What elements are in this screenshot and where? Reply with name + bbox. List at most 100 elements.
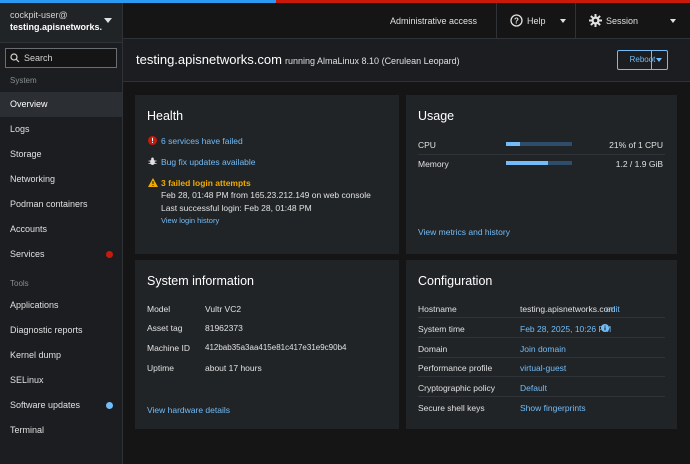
ssh-fingerprints-link[interactable]: Show fingerprints	[520, 403, 586, 413]
config-divider	[418, 396, 665, 397]
info-circle-icon[interactable]	[601, 324, 609, 332]
sidebar-item-label: Services	[10, 249, 45, 259]
search-placeholder: Search	[24, 53, 53, 63]
bugfix-updates-link[interactable]: Bug fix updates available	[161, 157, 256, 167]
error-circle-icon	[148, 136, 157, 145]
hostname-edit-link[interactable]: edit	[606, 304, 620, 314]
sidebar-item-diagnostic-reports[interactable]: Diagnostic reports	[0, 318, 122, 343]
page-header: testing.apisnetworks.com running AlmaLin…	[123, 39, 690, 82]
last-login-text: Last successful login: Feb 28, 01:48 PM	[161, 203, 312, 213]
health-card: Health 6 services have failed Bug fix up…	[135, 95, 399, 254]
sidebar-item-label: Terminal	[10, 425, 45, 435]
config-divider	[418, 376, 665, 377]
performance-profile-link[interactable]: virtual-guest	[520, 363, 566, 373]
sidebar-item-kernel-dump[interactable]: Kernel dump	[0, 343, 122, 368]
asset-tag-value: 81962373	[205, 323, 243, 333]
chevron-down-icon[interactable]	[656, 58, 662, 62]
reboot-label: Reboot	[629, 55, 656, 64]
warning-triangle-icon	[148, 178, 158, 187]
info-badge-icon	[106, 402, 113, 409]
reboot-split-divider	[651, 51, 652, 69]
sidebar-item-label: Overview	[10, 99, 48, 109]
performance-profile-label: Performance profile	[418, 363, 493, 373]
sidebar-item-applications[interactable]: Applications	[0, 293, 122, 318]
config-divider	[418, 317, 665, 318]
sidebar-item-label: Logs	[10, 124, 30, 134]
administrative-access-button[interactable]: Administrative access	[390, 3, 489, 39]
session-menu-button[interactable]: Session	[576, 3, 690, 39]
sidebar-item-label: Storage	[10, 149, 42, 159]
configuration-title: Configuration	[418, 274, 493, 288]
sidebar-item-selinux[interactable]: SELinux	[0, 368, 122, 393]
search-input[interactable]: Search	[5, 48, 117, 68]
sidebar-item-label: SELinux	[10, 375, 44, 385]
sidebar-item-label: Podman containers	[10, 199, 88, 209]
sidebar-item-networking[interactable]: Networking	[0, 167, 122, 192]
chevron-down-icon	[670, 19, 676, 23]
os-description: running AlmaLinux 8.10 (Cerulean Leopard…	[285, 56, 460, 66]
usage-divider	[418, 154, 665, 155]
crypto-policy-link[interactable]: Default	[520, 383, 547, 393]
sidebar-item-podman[interactable]: Podman containers	[0, 192, 122, 217]
ssh-keys-label: Secure shell keys	[418, 403, 485, 413]
cpu-label: CPU	[418, 140, 436, 150]
system-time-label: System time	[418, 324, 465, 334]
search-icon	[10, 53, 20, 63]
sidebar-item-logs[interactable]: Logs	[0, 117, 122, 142]
asset-tag-label: Asset tag	[147, 323, 183, 333]
config-divider	[418, 357, 665, 358]
sidebar-item-software-updates[interactable]: Software updates	[0, 393, 122, 418]
nav-section-system: System	[10, 76, 37, 85]
uptime-label: Uptime	[147, 363, 174, 373]
main-content: Health 6 services have failed Bug fix up…	[123, 83, 690, 464]
chevron-down-icon	[104, 18, 112, 23]
session-label: Session	[606, 16, 639, 26]
hostname-label: Hostname	[418, 304, 457, 314]
metrics-history-link[interactable]: View metrics and history	[418, 227, 510, 237]
host-name: testing.apisnetworks.com	[10, 22, 102, 32]
help-label: Help	[527, 16, 546, 26]
system-time-link[interactable]: Feb 28, 2025, 10:26 PM	[520, 324, 611, 334]
config-divider	[418, 337, 665, 338]
sidebar-item-label: Kernel dump	[10, 350, 62, 360]
cpu-value: 21% of 1 CPU	[609, 140, 663, 150]
sidebar-item-label: Diagnostic reports	[10, 325, 83, 335]
usage-title: Usage	[418, 109, 455, 123]
sidebar-item-accounts[interactable]: Accounts	[0, 217, 122, 242]
sidebar-item-overview[interactable]: Overview	[0, 92, 122, 117]
memory-value: 1.2 / 1.9 GiB	[615, 159, 663, 169]
error-badge-icon	[106, 251, 113, 258]
sidebar-item-services[interactable]: Services	[0, 242, 122, 267]
sidebar: cockpit-user@ testing.apisnetworks.com S…	[0, 3, 123, 464]
svg-text:?: ?	[514, 17, 519, 26]
sidebar-item-label: Applications	[10, 300, 59, 310]
failed-login-title: 3 failed login attempts	[161, 178, 251, 188]
hardware-details-link[interactable]: View hardware details	[147, 405, 230, 415]
hostname-value: testing.apisnetworks.com	[520, 304, 616, 314]
bug-icon	[148, 157, 157, 165]
failed-login-detail: Feb 28, 01:48 PM from 165.23.212.149 on …	[161, 190, 371, 200]
sidebar-item-label: Networking	[10, 174, 56, 184]
gear-icon	[589, 14, 602, 27]
health-title: Health	[147, 109, 184, 123]
help-icon: ?	[510, 14, 523, 27]
sidebar-item-terminal[interactable]: Terminal	[0, 418, 122, 443]
help-menu-button[interactable]: ? Help	[497, 3, 575, 39]
page-title: testing.apisnetworks.com	[136, 52, 282, 67]
services-failed-link[interactable]: 6 services have failed	[161, 136, 243, 146]
login-history-link[interactable]: View login history	[161, 216, 219, 225]
masthead: Administrative access ? Help Session	[123, 3, 690, 39]
host-switcher[interactable]: cockpit-user@ testing.apisnetworks.com	[0, 3, 122, 43]
configuration-card: Configuration Hostname testing.apisnetwo…	[406, 260, 677, 429]
system-information-card: System information Model Vultr VC2 Asset…	[135, 260, 399, 429]
usage-card: Usage CPU 21% of 1 CPU Memory 1.2 / 1.9 …	[406, 95, 677, 254]
cpu-usage-bar	[506, 142, 572, 146]
join-domain-link[interactable]: Join domain	[520, 344, 566, 354]
machine-id-value: 412bab35a3aa415e81c417e31e9c90b4	[205, 343, 347, 352]
model-label: Model	[147, 304, 171, 314]
chevron-down-icon	[560, 19, 566, 23]
memory-usage-fill	[506, 161, 548, 165]
cpu-usage-fill	[506, 142, 520, 146]
nav-section-tools: Tools	[10, 279, 29, 288]
sidebar-item-storage[interactable]: Storage	[0, 142, 122, 167]
